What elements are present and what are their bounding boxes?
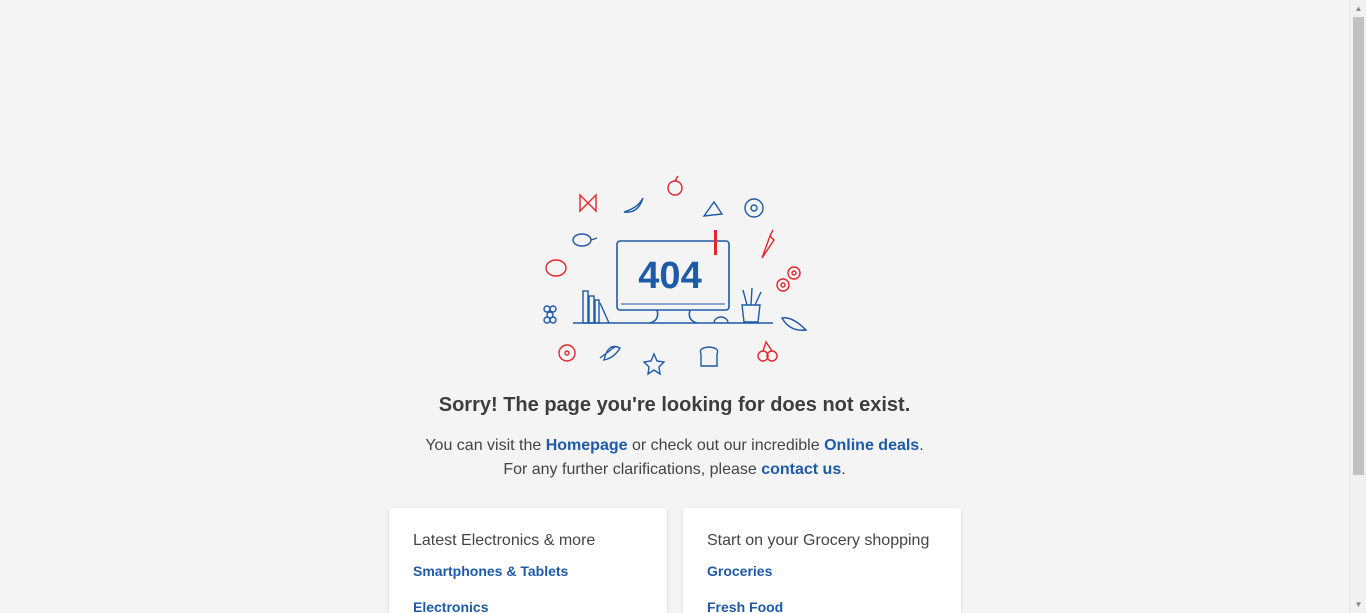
steak-icon	[545, 259, 567, 277]
error-message-line2: For any further clarifications, please c…	[503, 461, 846, 478]
error-page: 404 Sorry! The page you're looking for d…	[0, 0, 1349, 613]
electronics-link[interactable]: Electronics	[413, 599, 643, 613]
vertical-scrollbar[interactable]: ▲ ▼	[1349, 0, 1366, 613]
online-deals-link[interactable]: Online deals	[824, 437, 919, 454]
mouse-icon	[713, 316, 729, 324]
fresh-food-link[interactable]: Fresh Food	[707, 599, 937, 613]
fish-icon	[599, 345, 621, 361]
error-illustration: 404	[543, 175, 808, 376]
scrollbar-thumb[interactable]	[1353, 17, 1364, 475]
donut-icon	[744, 198, 764, 218]
scroll-down-icon[interactable]: ▼	[1350, 596, 1366, 613]
error-code: 404	[638, 255, 701, 297]
groceries-link[interactable]: Groceries	[707, 563, 937, 579]
cherries-icon	[757, 340, 778, 362]
contact-us-link[interactable]: contact us	[761, 461, 841, 478]
grapes-icon	[543, 305, 557, 324]
cheese-icon	[702, 200, 724, 217]
error-title: Sorry! The page you're looking for does …	[438, 394, 911, 416]
leaf-icon	[780, 317, 808, 331]
banana-icon	[623, 197, 644, 213]
card-title: Latest Electronics & more	[413, 532, 596, 549]
smartphones-tablets-link[interactable]: Smartphones & Tablets	[413, 563, 643, 579]
cursor-mark	[714, 230, 717, 255]
electronics-card: Latest Electronics & more Smartphones & …	[389, 508, 667, 613]
homepage-link[interactable]: Homepage	[546, 437, 628, 454]
grocery-card: Start on your Grocery shopping Groceries…	[683, 508, 961, 613]
books-icon	[582, 290, 610, 324]
scroll-up-icon[interactable]: ▲	[1350, 0, 1366, 17]
pasta-icon	[579, 193, 597, 213]
card-title: Start on your Grocery shopping	[707, 532, 930, 549]
chicken-leg-icon	[572, 233, 598, 247]
flower-icon	[776, 266, 801, 292]
star-icon	[642, 352, 666, 376]
bread-icon	[699, 346, 719, 367]
tomato-icon	[558, 344, 576, 362]
apple-icon	[667, 175, 683, 196]
error-message-line1: You can visit the Homepage or check out …	[425, 437, 924, 454]
plant-pot-icon	[741, 287, 762, 323]
carrot-icon	[761, 229, 775, 259]
